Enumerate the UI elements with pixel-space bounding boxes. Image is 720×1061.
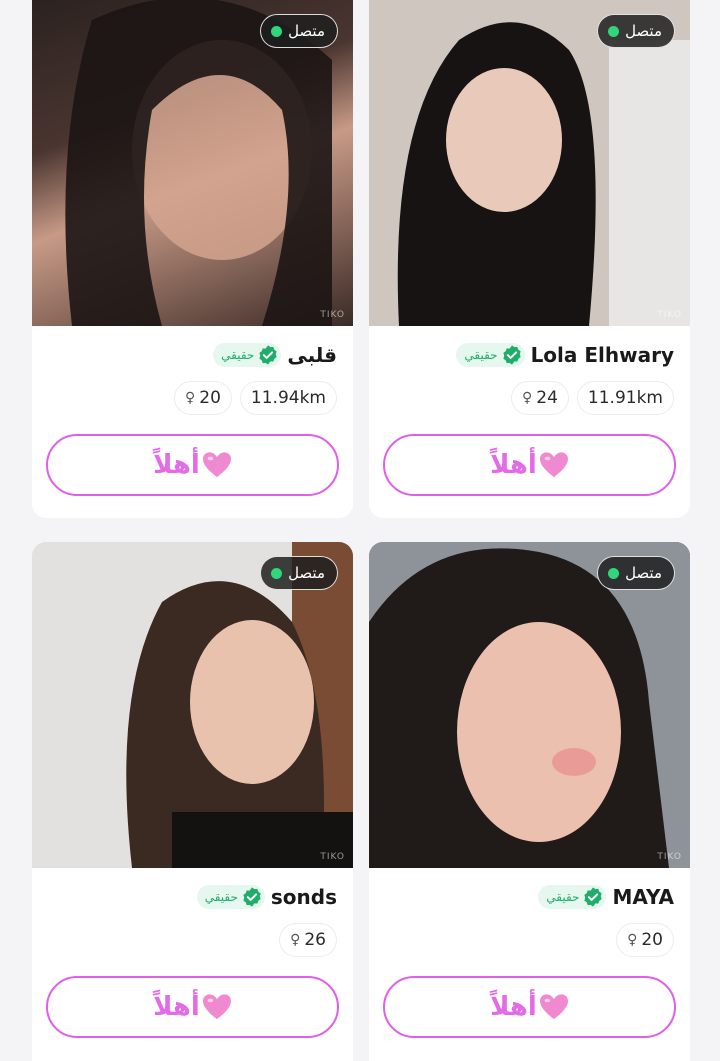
say-hello-button[interactable]: أهلاً <box>383 434 676 496</box>
profile-photo[interactable]: TIKO <box>369 0 690 326</box>
age-value: 26 <box>304 930 326 950</box>
verified-check-icon <box>243 887 261 907</box>
user-name: sonds <box>270 885 337 909</box>
online-status-badge: متصل <box>597 556 675 590</box>
heart-icon <box>539 452 568 478</box>
verified-badge: حقيقي <box>538 885 607 909</box>
watermark-label: TIKO <box>657 852 682 862</box>
user-grid: TIKO متصل قلبى حقيقي 11.94km ♀ 20 أهلاً … <box>0 0 720 1061</box>
name-row: قلبى حقيقي <box>213 343 337 367</box>
say-hello-button[interactable]: أهلاً <box>46 434 339 496</box>
user-name: MAYA <box>612 885 674 909</box>
user-name: Lola Elhwary <box>530 343 674 367</box>
watermark-label: TIKO <box>320 310 345 320</box>
profile-photo[interactable]: TIKO <box>32 0 353 326</box>
verified-label: حقيقي <box>221 348 255 362</box>
online-dot-icon <box>608 25 620 37</box>
age-value: 20 <box>641 930 663 950</box>
name-row: sonds حقيقي <box>196 885 337 909</box>
profile-photo[interactable]: TIKO <box>32 542 353 868</box>
female-symbol-icon: ♀ <box>185 390 196 406</box>
verified-check-icon <box>502 345 521 365</box>
say-hello-label: أهلاً <box>490 450 537 480</box>
age-pill: ♀ 24 <box>511 381 569 415</box>
age-value: 24 <box>536 388 558 408</box>
stats-row: ♀ 26 <box>279 923 337 957</box>
distance-value: 11.91km <box>587 388 663 408</box>
distance-value: 11.94km <box>250 388 326 408</box>
user-card[interactable]: TIKO متصل قلبى حقيقي 11.94km ♀ 20 أهلاً <box>32 0 353 518</box>
say-hello-label: أهلاً <box>153 450 200 480</box>
name-row: Lola Elhwary حقيقي <box>456 343 674 367</box>
age-pill: ♀ 20 <box>616 923 674 957</box>
watermark-label: TIKO <box>320 852 345 862</box>
female-symbol-icon: ♀ <box>290 932 301 948</box>
online-status-label: متصل <box>288 564 325 582</box>
verified-label: حقيقي <box>204 890 238 904</box>
online-status-badge: متصل <box>260 556 338 590</box>
stats-row: 11.91km ♀ 24 <box>511 381 674 415</box>
distance-pill: 11.91km <box>576 381 674 415</box>
name-row: MAYA حقيقي <box>538 885 674 909</box>
age-pill: ♀ 26 <box>279 923 337 957</box>
say-hello-button[interactable]: أهلاً <box>383 976 676 1038</box>
online-status-label: متصل <box>288 22 325 40</box>
online-status-badge: متصل <box>597 14 675 48</box>
distance-pill: 11.94km <box>239 381 337 415</box>
stats-row: 11.94km ♀ 20 <box>174 381 337 415</box>
verified-badge: حقيقي <box>196 885 265 909</box>
online-dot-icon <box>608 567 620 579</box>
user-card[interactable]: TIKO متصل MAYA حقيقي ♀ 20 أهلاً <box>369 542 690 1061</box>
age-value: 20 <box>199 388 221 408</box>
heart-icon <box>202 452 231 478</box>
verified-badge: حقيقي <box>213 343 282 367</box>
heart-icon <box>539 994 568 1020</box>
say-hello-label: أهلاً <box>153 992 200 1022</box>
verified-label: حقيقي <box>464 348 498 362</box>
verified-badge: حقيقي <box>456 343 525 367</box>
age-pill: ♀ 20 <box>174 381 232 415</box>
female-symbol-icon: ♀ <box>627 932 638 948</box>
verified-label: حقيقي <box>546 890 580 904</box>
profile-photo[interactable]: TIKO <box>369 542 690 868</box>
watermark-label: TIKO <box>657 310 682 320</box>
heart-icon <box>202 994 231 1020</box>
say-hello-label: أهلاً <box>490 992 537 1022</box>
online-dot-icon <box>271 25 283 37</box>
online-status-label: متصل <box>625 22 662 40</box>
online-status-badge: متصل <box>260 14 338 48</box>
online-dot-icon <box>271 567 283 579</box>
user-card[interactable]: TIKO متصل sonds حقيقي ♀ 26 أهلاً <box>32 542 353 1061</box>
female-symbol-icon: ♀ <box>522 390 533 406</box>
verified-check-icon <box>584 887 603 907</box>
say-hello-button[interactable]: أهلاً <box>46 976 339 1038</box>
online-status-label: متصل <box>625 564 662 582</box>
user-name: قلبى <box>287 343 337 367</box>
verified-check-icon <box>259 345 277 365</box>
user-card[interactable]: TIKO متصل Lola Elhwary حقيقي 11.91km ♀ 2… <box>369 0 690 518</box>
stats-row: ♀ 20 <box>616 923 674 957</box>
